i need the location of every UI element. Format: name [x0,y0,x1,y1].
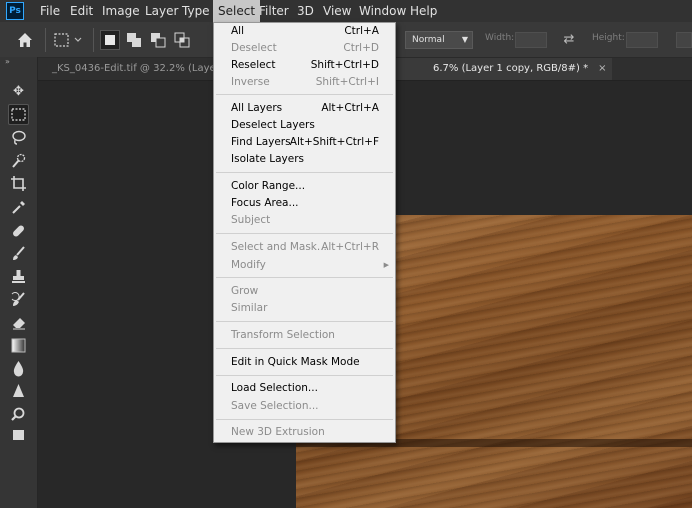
options-divider [93,28,94,52]
menu-bar: Ps File Edit Image Layer Type Select Fil… [0,0,692,22]
marquee-tool-preset-icon[interactable] [53,30,85,50]
options-divider [45,28,46,52]
more-tools-icon[interactable] [8,428,29,442]
menu-item-deselect-layers[interactable]: Deselect Layers [214,117,395,134]
collapse-panel-icon[interactable]: » [5,57,10,66]
menu-separator [216,375,393,376]
lasso-tool-icon[interactable] [8,128,29,149]
rectangular-marquee-tool-icon[interactable] [8,104,29,125]
move-tool-icon[interactable]: ✥ [8,81,29,102]
gradient-tool-icon[interactable] [8,336,29,357]
style-select-value: Normal [412,35,445,45]
menu-separator [216,419,393,420]
home-icon[interactable] [15,30,35,50]
menu-separator [216,233,393,234]
width-field[interactable] [515,32,547,48]
brush-tool-icon[interactable] [8,244,29,265]
close-icon[interactable]: × [598,63,606,74]
menu-item-modify[interactable]: Modify ▶ [214,257,395,274]
menu-filter[interactable]: Filter [254,0,294,22]
new-selection-icon[interactable] [100,30,120,50]
menu-select[interactable]: Select [213,0,261,22]
menu-image[interactable]: Image [97,0,145,22]
clone-stamp-tool-icon[interactable] [8,267,29,288]
width-label: Width: [485,33,515,43]
menu-item-all[interactable]: All Ctrl+A [214,23,395,40]
height-label: Height: [592,33,625,43]
menu-separator [216,348,393,349]
zoom-tool-icon[interactable] [8,405,29,426]
style-select[interactable]: Normal ▼ [405,31,473,49]
intersect-selection-icon[interactable] [172,30,192,50]
crop-tool-icon[interactable] [8,174,29,195]
pen-tool-icon[interactable] [8,382,29,403]
menu-item-select-and-mask[interactable]: Select and Mask... Alt+Ctrl+R [214,239,395,256]
menu-edit[interactable]: Edit [65,0,98,22]
menu-help[interactable]: Help [405,0,442,22]
submenu-arrow-icon: ▶ [383,261,389,269]
menu-item-similar[interactable]: Similar [214,300,395,317]
menu-item-focus-area[interactable]: Focus Area... [214,195,395,212]
photoshop-logo[interactable]: Ps [6,2,24,20]
eraser-tool-icon[interactable] [8,313,29,334]
menu-item-inverse[interactable]: Inverse Shift+Ctrl+I [214,74,395,91]
add-to-selection-icon[interactable] [124,30,144,50]
tools-panel: » ✥ [0,57,38,508]
menu-view[interactable]: View [318,0,356,22]
menu-separator [216,277,393,278]
menu-item-transform-selection[interactable]: Transform Selection [214,327,395,344]
subtract-from-selection-icon[interactable] [148,30,168,50]
menu-item-deselect[interactable]: Deselect Ctrl+D [214,40,395,57]
quick-selection-tool-icon[interactable] [8,151,29,172]
menu-item-reselect[interactable]: Reselect Shift+Ctrl+D [214,57,395,74]
menu-item-all-layers[interactable]: All Layers Alt+Ctrl+A [214,100,395,117]
height-field[interactable] [626,32,658,48]
blur-tool-icon[interactable] [8,359,29,380]
menu-separator [216,94,393,95]
eyedropper-tool-icon[interactable] [8,198,29,219]
menu-item-new-3d-extrusion[interactable]: New 3D Extrusion [214,424,395,441]
menu-separator [216,321,393,322]
document-tab-title: 6.7% (Layer 1 copy, RGB/8#) * [433,63,589,74]
select-menu-dropdown: All Ctrl+A Deselect Ctrl+D Reselect Shift+C… [213,22,396,443]
menu-item-edit-in-quick-mask-mode[interactable]: Edit in Quick Mask Mode [214,354,395,371]
select-and-mask-button[interactable] [676,32,692,48]
menu-item-save-selection[interactable]: Save Selection... [214,398,395,415]
menu-item-load-selection[interactable]: Load Selection... [214,380,395,397]
menu-item-grow[interactable]: Grow [214,283,395,300]
document-tab-active[interactable]: 6.7% (Layer 1 copy, RGB/8#) * × [393,58,613,80]
chevron-down-icon: ▼ [461,35,468,44]
menu-3d[interactable]: 3D [292,0,319,22]
menu-window[interactable]: Window [354,0,411,22]
menu-item-color-range[interactable]: Color Range... [214,178,395,195]
menu-file[interactable]: File [35,0,65,22]
menu-separator [216,172,393,173]
menu-item-find-layers[interactable]: Find Layers Alt+Shift+Ctrl+F [214,134,395,151]
menu-item-subject[interactable]: Subject [214,212,395,229]
history-brush-tool-icon[interactable] [8,290,29,311]
spot-healing-brush-tool-icon[interactable] [8,221,29,242]
menu-type[interactable]: Type [177,0,215,22]
swap-width-height-icon[interactable]: ⇄ [559,30,579,50]
menu-item-isolate-layers[interactable]: Isolate Layers [214,151,395,168]
